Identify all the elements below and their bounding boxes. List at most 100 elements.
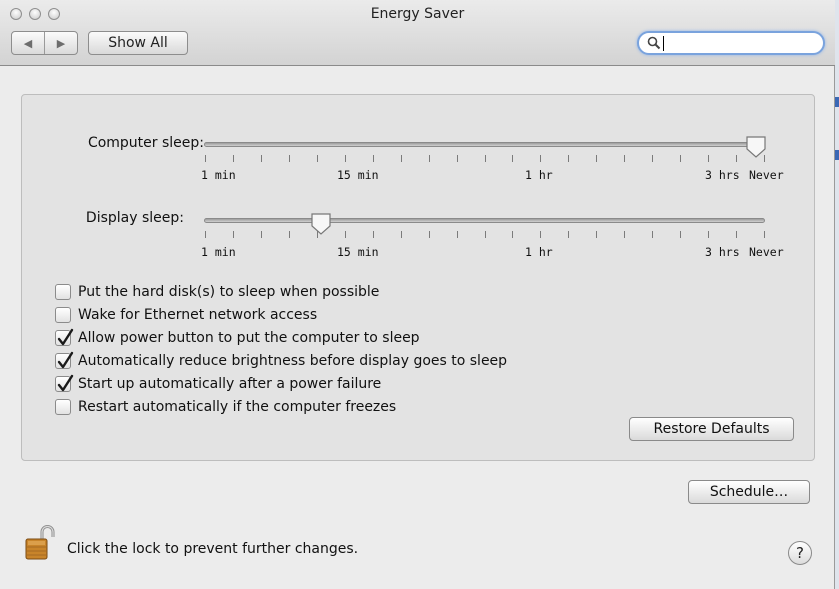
computer-sleep-track[interactable]: [204, 142, 765, 147]
display-sleep-ticks: [204, 231, 765, 239]
option-startup-after-power-failure[interactable]: Start up automatically after a power fai…: [55, 374, 381, 394]
unlocked-padlock-icon: [25, 525, 55, 560]
display-sleep-track[interactable]: [204, 218, 765, 223]
background-window-mark: [835, 150, 839, 160]
slider-tick: [205, 155, 206, 162]
restore-defaults-button[interactable]: Restore Defaults: [629, 417, 794, 441]
slider-tick: [512, 231, 513, 238]
slider-tick: [401, 155, 402, 162]
display-sleep-scale-3hrs: 3 hrs: [705, 245, 740, 259]
slider-tick: [233, 155, 234, 162]
forward-button[interactable]: ▶: [44, 32, 77, 54]
option-label: Start up automatically after a power fai…: [78, 376, 382, 392]
computer-sleep-scale-15min: 15 min: [337, 168, 379, 182]
option-label: Wake for Ethernet network access: [78, 307, 318, 323]
slider-tick: [568, 231, 569, 238]
slider-tick: [289, 231, 290, 238]
slider-tick: [652, 231, 653, 238]
slider-tick: [540, 231, 541, 238]
option-wake-ethernet[interactable]: Wake for Ethernet network access: [55, 305, 317, 325]
checkmark-icon: [57, 328, 74, 346]
checkmark-icon: [57, 351, 74, 369]
slider-tick: [708, 231, 709, 238]
text-cursor: [663, 36, 664, 51]
slider-tick: [373, 155, 374, 162]
checkbox-power-button-sleep[interactable]: [55, 328, 74, 346]
back-button[interactable]: ◀: [12, 32, 44, 54]
slider-tick: [205, 231, 206, 238]
background-window-edge: [835, 0, 839, 589]
slider-tick: [596, 231, 597, 238]
computer-sleep-scale-1min: 1 min: [201, 168, 236, 182]
lock-button[interactable]: [25, 525, 59, 561]
option-label: Put the hard disk(s) to sleep when possi…: [78, 284, 380, 300]
display-sleep-scale-never: Never: [749, 245, 784, 259]
slider-tick: [708, 155, 709, 162]
slider-tick: [540, 155, 541, 162]
background-window-mark: [835, 97, 839, 107]
checkbox-startup-after-power-failure[interactable]: [55, 374, 74, 392]
back-arrow-icon: ◀: [23, 36, 33, 50]
computer-sleep-label: Computer sleep:: [87, 135, 204, 151]
checkbox-wake-ethernet[interactable]: [55, 307, 71, 323]
computer-sleep-thumb[interactable]: [745, 135, 767, 159]
slider-tick: [429, 155, 430, 162]
energy-settings-panel: Computer sleep: 1 min 15 min 1 hr 3 hrs …: [21, 94, 815, 461]
slider-tick: [764, 231, 765, 238]
back-forward-control: ◀ ▶: [11, 31, 78, 55]
display-sleep-scale-15min: 15 min: [337, 245, 379, 259]
checkmark-icon: [57, 374, 74, 392]
forward-arrow-icon: ▶: [56, 36, 66, 50]
option-hard-disk-sleep[interactable]: Put the hard disk(s) to sleep when possi…: [55, 282, 379, 302]
slider-tick: [429, 231, 430, 238]
slider-tick: [401, 231, 402, 238]
computer-sleep-ticks: [204, 155, 765, 163]
display-sleep-thumb[interactable]: [310, 212, 332, 236]
checkbox-reduce-brightness[interactable]: [55, 351, 74, 369]
schedule-button[interactable]: Schedule…: [688, 480, 810, 504]
option-power-button-sleep[interactable]: Allow power button to put the computer t…: [55, 328, 420, 348]
show-all-button[interactable]: Show All: [88, 31, 188, 55]
option-label: Restart automatically if the computer fr…: [78, 399, 397, 415]
slider-tick: [373, 231, 374, 238]
slider-tick: [624, 155, 625, 162]
slider-tick: [624, 231, 625, 238]
slider-tick: [485, 231, 486, 238]
slider-tick: [457, 231, 458, 238]
slider-tick: [512, 155, 513, 162]
option-restart-on-freeze[interactable]: Restart automatically if the computer fr…: [55, 397, 396, 417]
checkbox-hard-disk-sleep[interactable]: [55, 284, 71, 300]
slider-tick: [596, 155, 597, 162]
lock-status-text: Click the lock to prevent further change…: [67, 541, 359, 557]
slider-tick: [345, 231, 346, 238]
slider-tick: [736, 231, 737, 238]
slider-tick: [261, 231, 262, 238]
slider-tick: [233, 231, 234, 238]
energy-saver-window: Energy Saver ◀ ▶ Show All Computer sleep…: [0, 0, 835, 589]
slider-tick: [652, 155, 653, 162]
option-label: Automatically reduce brightness before d…: [78, 353, 508, 369]
slider-tick: [680, 231, 681, 238]
search-field[interactable]: [637, 31, 825, 55]
slider-tick: [485, 155, 486, 162]
computer-sleep-scale-never: Never: [749, 168, 784, 182]
option-label: Allow power button to put the computer t…: [78, 330, 420, 346]
slider-tick: [345, 155, 346, 162]
slider-tick: [317, 155, 318, 162]
slider-tick: [568, 155, 569, 162]
slider-tick: [457, 155, 458, 162]
checkbox-restart-on-freeze[interactable]: [55, 399, 71, 415]
display-sleep-label: Display sleep:: [85, 210, 184, 226]
computer-sleep-scale-3hrs: 3 hrs: [705, 168, 740, 182]
slider-tick: [261, 155, 262, 162]
title-bar: Energy Saver ◀ ▶ Show All: [0, 0, 835, 66]
computer-sleep-scale-1hr: 1 hr: [525, 168, 553, 182]
slider-tick: [736, 155, 737, 162]
slider-tick: [680, 155, 681, 162]
display-sleep-scale-1hr: 1 hr: [525, 245, 553, 259]
window-title: Energy Saver: [370, 6, 465, 22]
display-sleep-scale-1min: 1 min: [201, 245, 236, 259]
magnifier-icon: [647, 36, 661, 50]
help-button[interactable]: ?: [788, 541, 812, 565]
option-reduce-brightness[interactable]: Automatically reduce brightness before d…: [55, 351, 507, 371]
